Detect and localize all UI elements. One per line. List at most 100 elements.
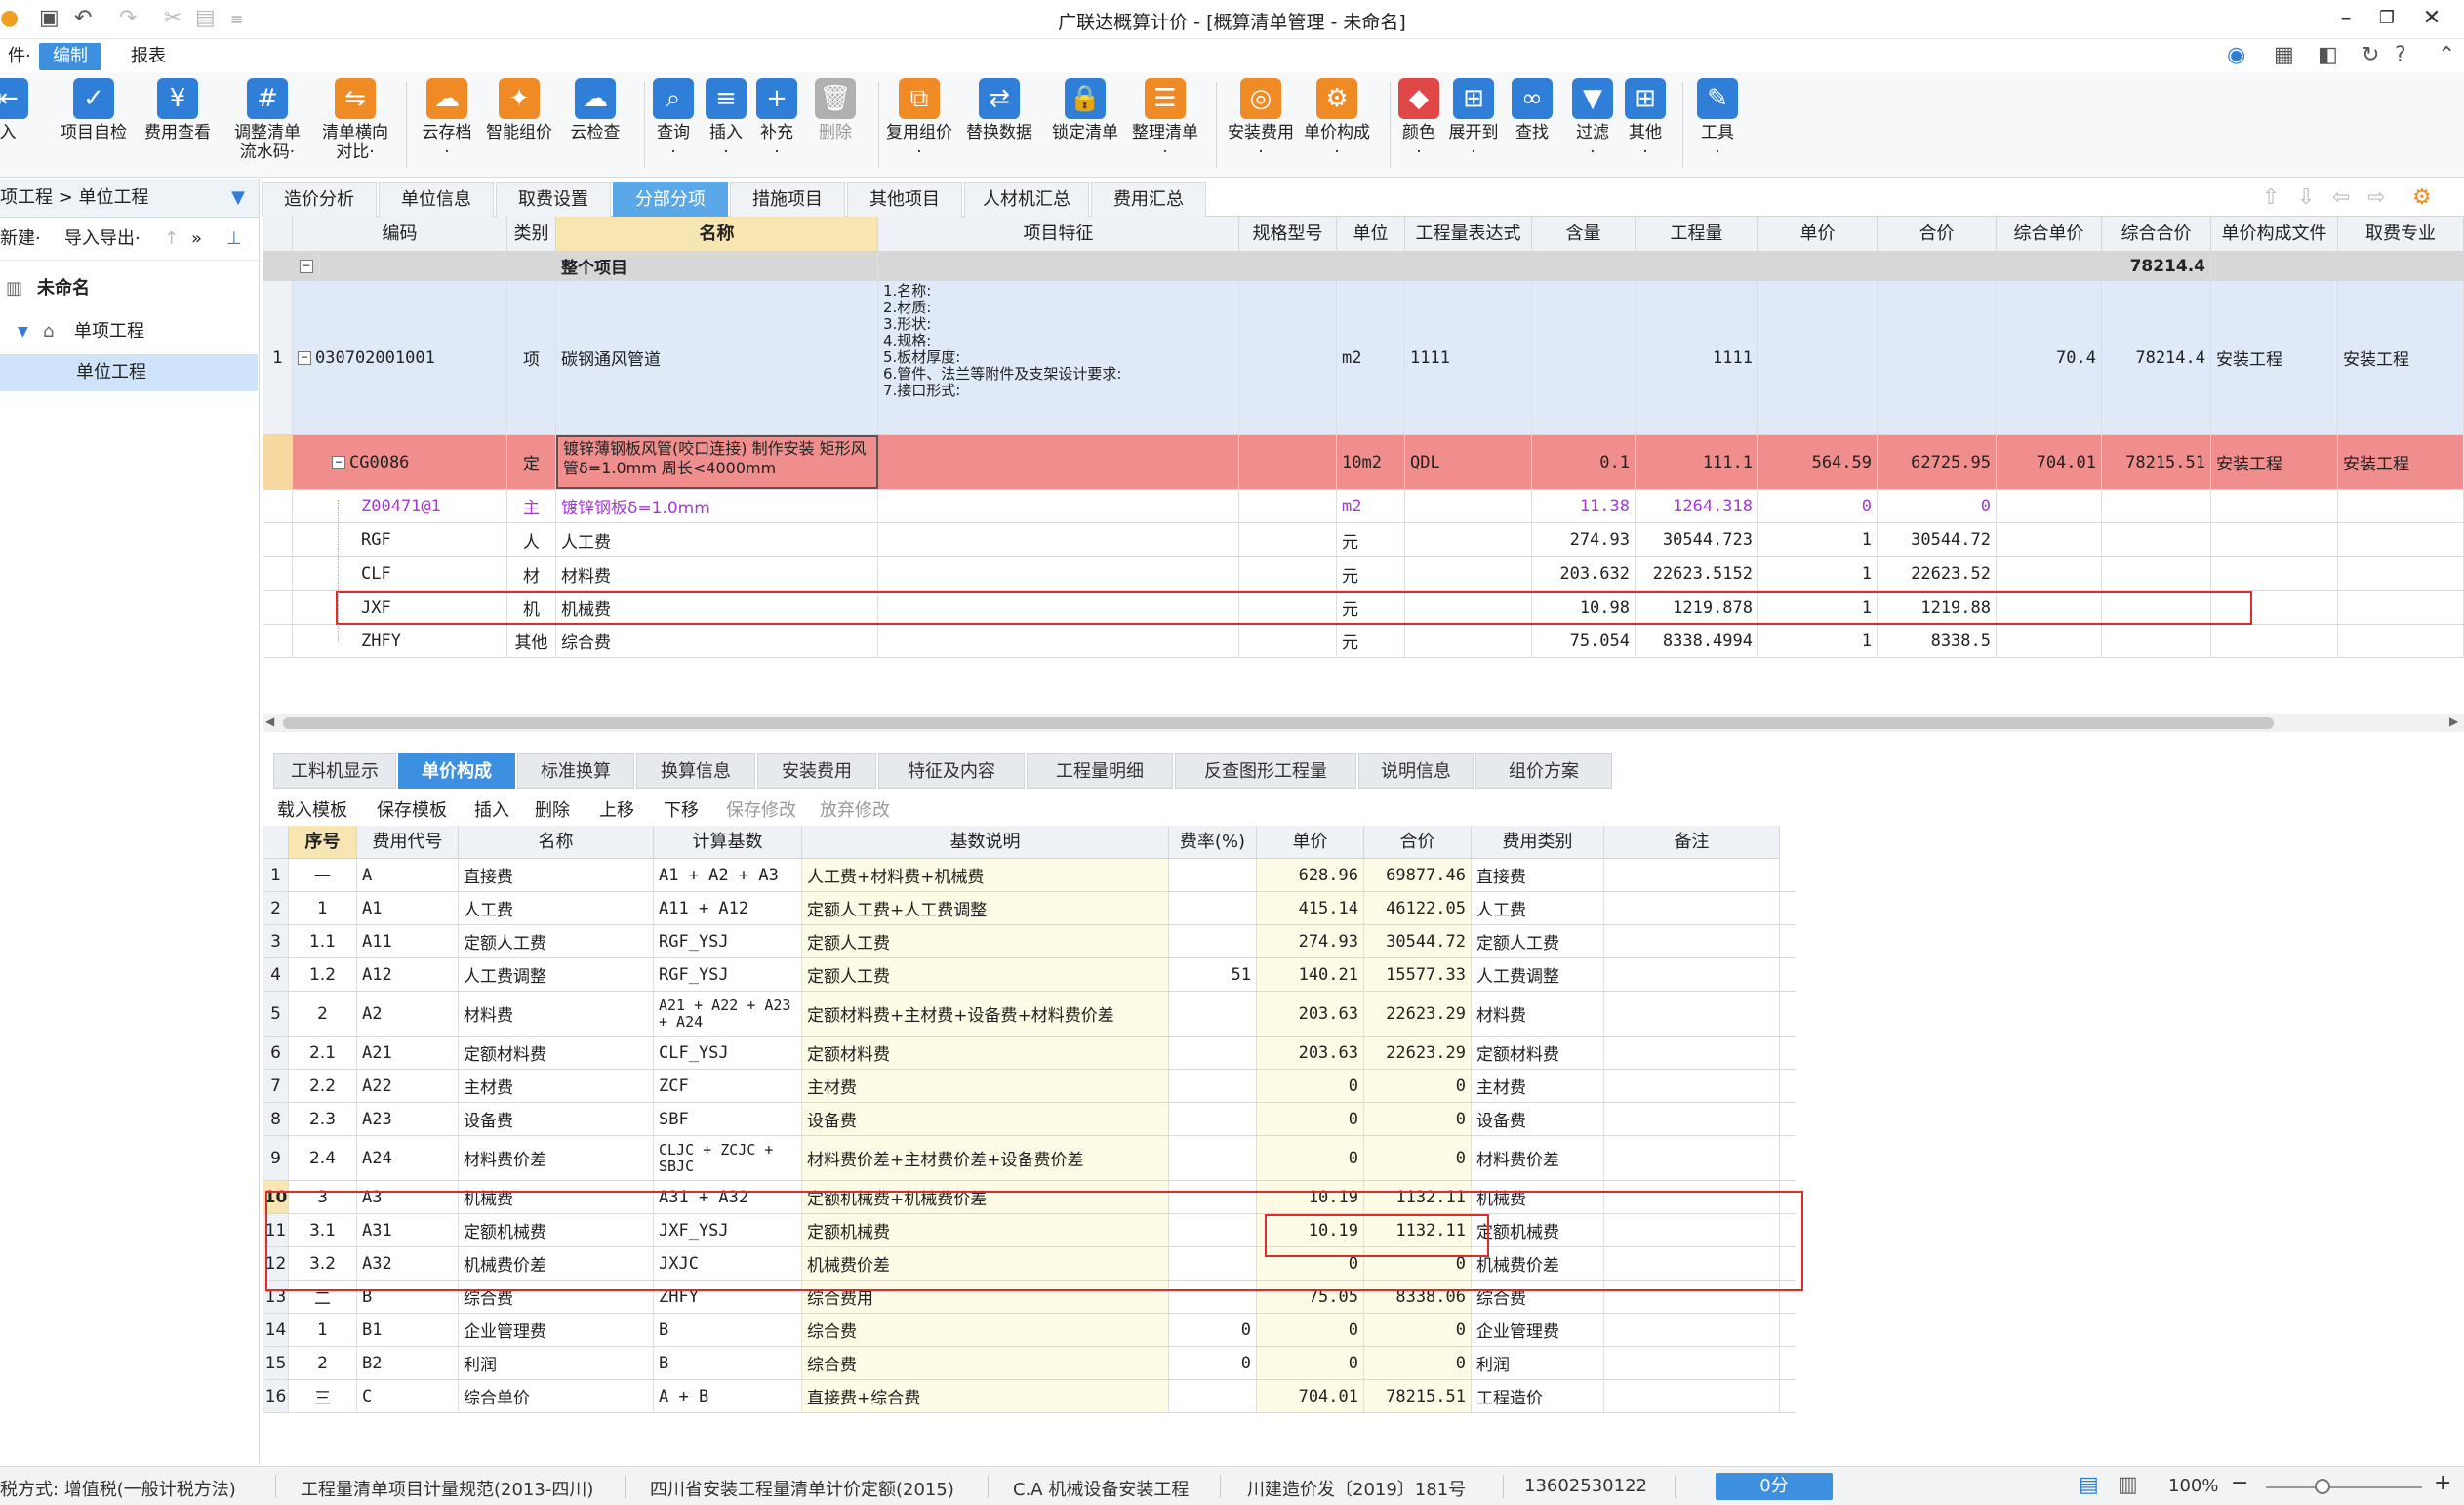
table-row-material-fee[interactable]: CLF 材 材料费 元 203.632 22623.5152 1 22623.5… [263, 557, 2464, 591]
item-unit[interactable]: m2 [1337, 281, 1405, 434]
composition-cell-desc[interactable]: 定额人工费 [802, 925, 1169, 957]
col-header-content[interactable]: 含量 [1532, 217, 1636, 252]
composition-cell-cat[interactable]: 定额材料费 [1472, 1037, 1604, 1069]
delete-row-button[interactable]: 删除 [535, 796, 570, 822]
composition-cell-price[interactable]: 274.93 [1257, 925, 1364, 957]
composition-cell-cat[interactable]: 综合费 [1472, 1281, 1604, 1313]
composition-cell-seq[interactable]: 三 [289, 1380, 357, 1412]
split-view-icon[interactable]: ▥ [2118, 1473, 2138, 1497]
composition-cell-desc[interactable]: 材料费价差+主材费价差+设备费价差 [802, 1136, 1169, 1180]
composition-cell-desc[interactable]: 综合费用 [802, 1281, 1169, 1313]
item-code[interactable]: −030702001001 [293, 281, 507, 434]
sub-code[interactable]: CLF [293, 557, 507, 590]
composition-cell-price[interactable]: 140.21 [1257, 958, 1364, 991]
composition-cell-desc[interactable]: 定额材料费+主材费+设备费+材料费价差 [802, 992, 1169, 1036]
col-header-major[interactable]: 取费专业 [2338, 217, 2464, 252]
col-header-amount[interactable]: 合价 [1878, 217, 1997, 252]
composition-cell-code[interactable]: A24 [357, 1136, 459, 1180]
composition-cell-remark[interactable] [1604, 1380, 1780, 1412]
collapse-ribbon-icon[interactable]: ⌃ [2438, 43, 2455, 67]
tab-pricing-plan[interactable]: 组价方案 [1475, 753, 1612, 789]
composition-cell-name[interactable]: 机械费价差 [459, 1247, 654, 1280]
normal-view-icon[interactable]: ▤ [2079, 1473, 2099, 1497]
composition-cell-rate[interactable] [1169, 1214, 1257, 1246]
sub-content[interactable]: 10.98 [1532, 591, 1636, 624]
composition-cell-amount[interactable]: 0 [1364, 1314, 1472, 1346]
composition-cell-cat[interactable]: 工程造价 [1472, 1380, 1604, 1412]
delete-button[interactable]: 🗑 删除 [788, 76, 882, 174]
zoom-slider-thumb[interactable] [2315, 1479, 2330, 1494]
composition-cell-rate[interactable] [1169, 992, 1257, 1036]
quota-unit-price[interactable]: 564.59 [1758, 435, 1878, 489]
composition-cell-code[interactable]: A [357, 859, 459, 891]
composition-cell-seq[interactable]: 二 [289, 1281, 357, 1313]
save-changes-button[interactable]: 保存修改 [726, 796, 796, 822]
move-up-icon[interactable]: ⇧ [2262, 185, 2280, 210]
composition-row[interactable]: 1 一 A 直接费 A1 + A2 + A3 人工费+材料费+机械费 628.96 69877… [263, 859, 1796, 892]
composition-cell-cat[interactable]: 人工费 [1472, 892, 1604, 924]
composition-cell-remark[interactable] [1604, 1247, 1780, 1280]
table-row-labor[interactable]: RGF 人 人工费 元 274.93 30544.723 1 30544.72 [263, 523, 2464, 557]
tab-quantity-detail[interactable]: 工程量明细 [1027, 753, 1173, 789]
composition-cell-base[interactable]: SBF [654, 1103, 802, 1135]
settings-icon[interactable]: ⚙ [2412, 185, 2432, 210]
composition-cell-seq[interactable]: 1 [289, 1314, 357, 1346]
move-down-icon[interactable]: ⇩ [2297, 185, 2315, 210]
composition-cell-price[interactable]: 10.19 [1257, 1181, 1364, 1213]
composition-cell-rate[interactable] [1169, 1380, 1257, 1412]
composition-cell-price[interactable]: 415.14 [1257, 892, 1364, 924]
adjust-serial-button[interactable]: # 调整清单 流水码· [221, 76, 314, 174]
composition-cell-code[interactable]: B [357, 1281, 459, 1313]
composition-cell-seq[interactable]: 2 [289, 1347, 357, 1379]
collapse-icon[interactable]: − [293, 252, 320, 280]
composition-cell-code[interactable]: A31 [357, 1214, 459, 1246]
composition-cell-rate[interactable]: 51 [1169, 958, 1257, 991]
new-button[interactable]: 新建· [0, 218, 41, 261]
composition-cell-base[interactable]: RGF_YSJ [654, 925, 802, 957]
composition-cell-amount[interactable]: 22623.29 [1364, 1037, 1472, 1069]
col-header-composite-total[interactable]: 综合合价 [2102, 217, 2211, 252]
composition-cell-rate[interactable] [1169, 925, 1257, 957]
expand-arrow-icon[interactable]: ▼ [18, 313, 28, 350]
composition-row[interactable]: 13 二 B 综合费 ZHFY 综合费用 75.05 8338.06 综合费 [263, 1281, 1796, 1314]
composition-cell-price[interactable]: 75.05 [1257, 1281, 1364, 1313]
collapse-icon[interactable]: − [332, 455, 345, 469]
tab-standard-conversion[interactable]: 标准换算 [517, 753, 634, 789]
sub-name[interactable]: 人工费 [556, 523, 878, 556]
col-header-unit-price[interactable]: 单价 [1257, 826, 1364, 859]
composition-cell-desc[interactable]: 机械费价差 [802, 1247, 1169, 1280]
composition-cell-name[interactable]: 综合费 [459, 1281, 654, 1313]
sub-code[interactable]: RGF [293, 523, 507, 556]
sub-code[interactable]: Z00471@1 [293, 490, 507, 522]
col-header-fee-code[interactable]: 费用代号 [357, 826, 459, 859]
tab-fee-summary[interactable]: 费用汇总 [1091, 182, 1206, 217]
composition-cell-remark[interactable] [1604, 1136, 1780, 1180]
composition-cell-remark[interactable] [1604, 1281, 1780, 1313]
composition-cell-rate[interactable] [1169, 892, 1257, 924]
composition-cell-amount[interactable]: 0 [1364, 1347, 1472, 1379]
composition-cell-desc[interactable]: 定额机械费 [802, 1214, 1169, 1246]
composition-cell-rate[interactable]: 0 [1169, 1314, 1257, 1346]
composition-cell-code[interactable]: A12 [357, 958, 459, 991]
sub-price[interactable]: 1 [1758, 557, 1878, 590]
help-icon[interactable]: ? [2395, 43, 2406, 67]
chevron-down-icon[interactable]: ▼ [231, 179, 245, 218]
composition-cell-base[interactable]: A31 + A32 [654, 1181, 802, 1213]
quota-name[interactable]: 镀锌薄钢板风管(咬口连接) 制作安装 矩形风管δ=1.0mm 周长<4000mm [556, 435, 878, 489]
composition-cell-code[interactable]: B1 [357, 1314, 459, 1346]
tab-labor-material-summary[interactable]: 人材机汇总 [964, 182, 1089, 217]
composition-cell-remark[interactable] [1604, 1347, 1780, 1379]
col-header-code[interactable]: 编码 [293, 217, 507, 252]
discard-changes-button[interactable]: 放弃修改 [820, 796, 890, 822]
composition-cell-amount[interactable]: 0 [1364, 1070, 1472, 1102]
composition-cell-amount[interactable]: 46122.05 [1364, 892, 1472, 924]
composition-row[interactable]: 9 2.4 A24 材料费价差 CLJC + ZCJC + SBJC 材料费价差+主材费价… [263, 1136, 1796, 1181]
composition-cell-name[interactable]: 设备费 [459, 1103, 654, 1135]
composition-cell-rate[interactable] [1169, 1103, 1257, 1135]
quota-qty-expr[interactable]: QDL [1405, 435, 1532, 489]
composition-cell-base[interactable]: B [654, 1347, 802, 1379]
composition-cell-base[interactable]: B [654, 1314, 802, 1346]
composition-cell-seq[interactable]: 3.1 [289, 1214, 357, 1246]
menu-file[interactable]: 件· [0, 43, 45, 70]
move-up-icon[interactable]: ↑ [164, 218, 179, 261]
